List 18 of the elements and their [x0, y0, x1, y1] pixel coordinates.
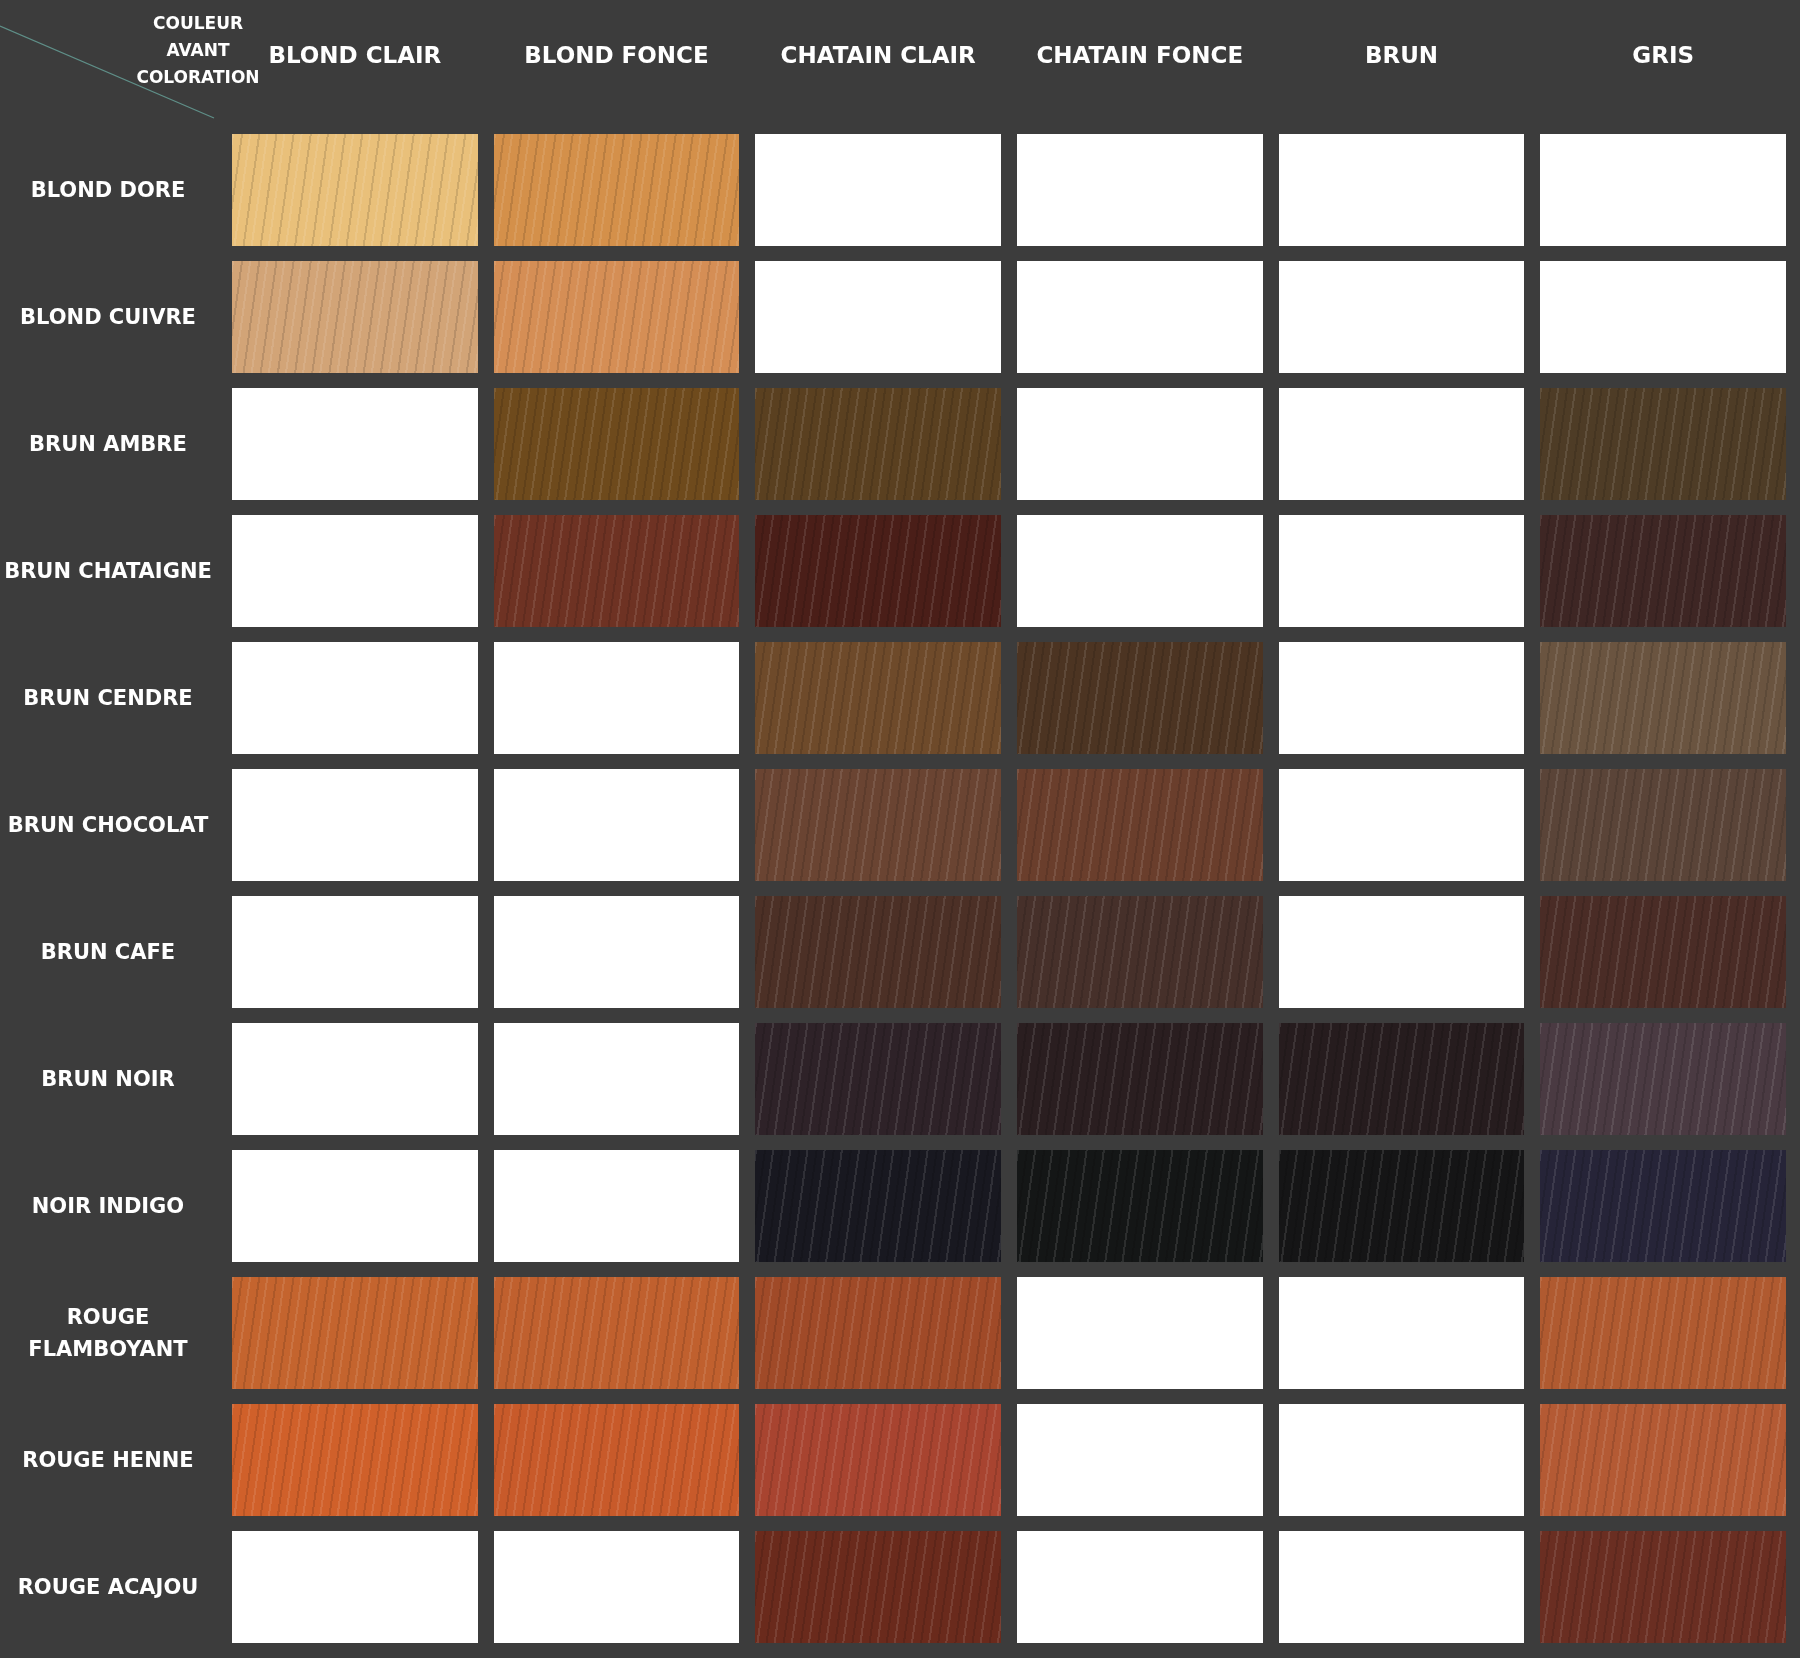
- row-label: BRUN NOIR: [41, 1066, 175, 1093]
- row-label: BLOND CUIVRE: [20, 304, 196, 331]
- row-label: BRUN CAFE: [40, 939, 176, 966]
- row-label: BRUN CHATAIGNE: [4, 558, 212, 585]
- row-label: BRUN AMBRE: [29, 431, 187, 458]
- column-header: BLOND FONCE: [523, 40, 710, 70]
- column-header: CHATAIN CLAIR: [779, 40, 977, 70]
- row-label: NOIR INDIGO: [31, 1193, 185, 1220]
- corner-label: COULEUR AVANT COLORATION: [135, 12, 261, 89]
- row-label: ROUGE ACAJOU: [17, 1574, 199, 1601]
- column-header: BRUN: [1363, 40, 1440, 70]
- column-header: GRIS: [1631, 40, 1695, 70]
- row-label: ROUGE FLAMBOYANT: [27, 1304, 189, 1363]
- row-label: ROUGE HENNE: [22, 1447, 194, 1474]
- row-label: BLOND DORE: [30, 177, 186, 204]
- column-header: CHATAIN FONCE: [1035, 40, 1245, 70]
- row-label: BRUN CHOCOLAT: [7, 812, 209, 839]
- row-label: BRUN CENDRE: [23, 685, 193, 712]
